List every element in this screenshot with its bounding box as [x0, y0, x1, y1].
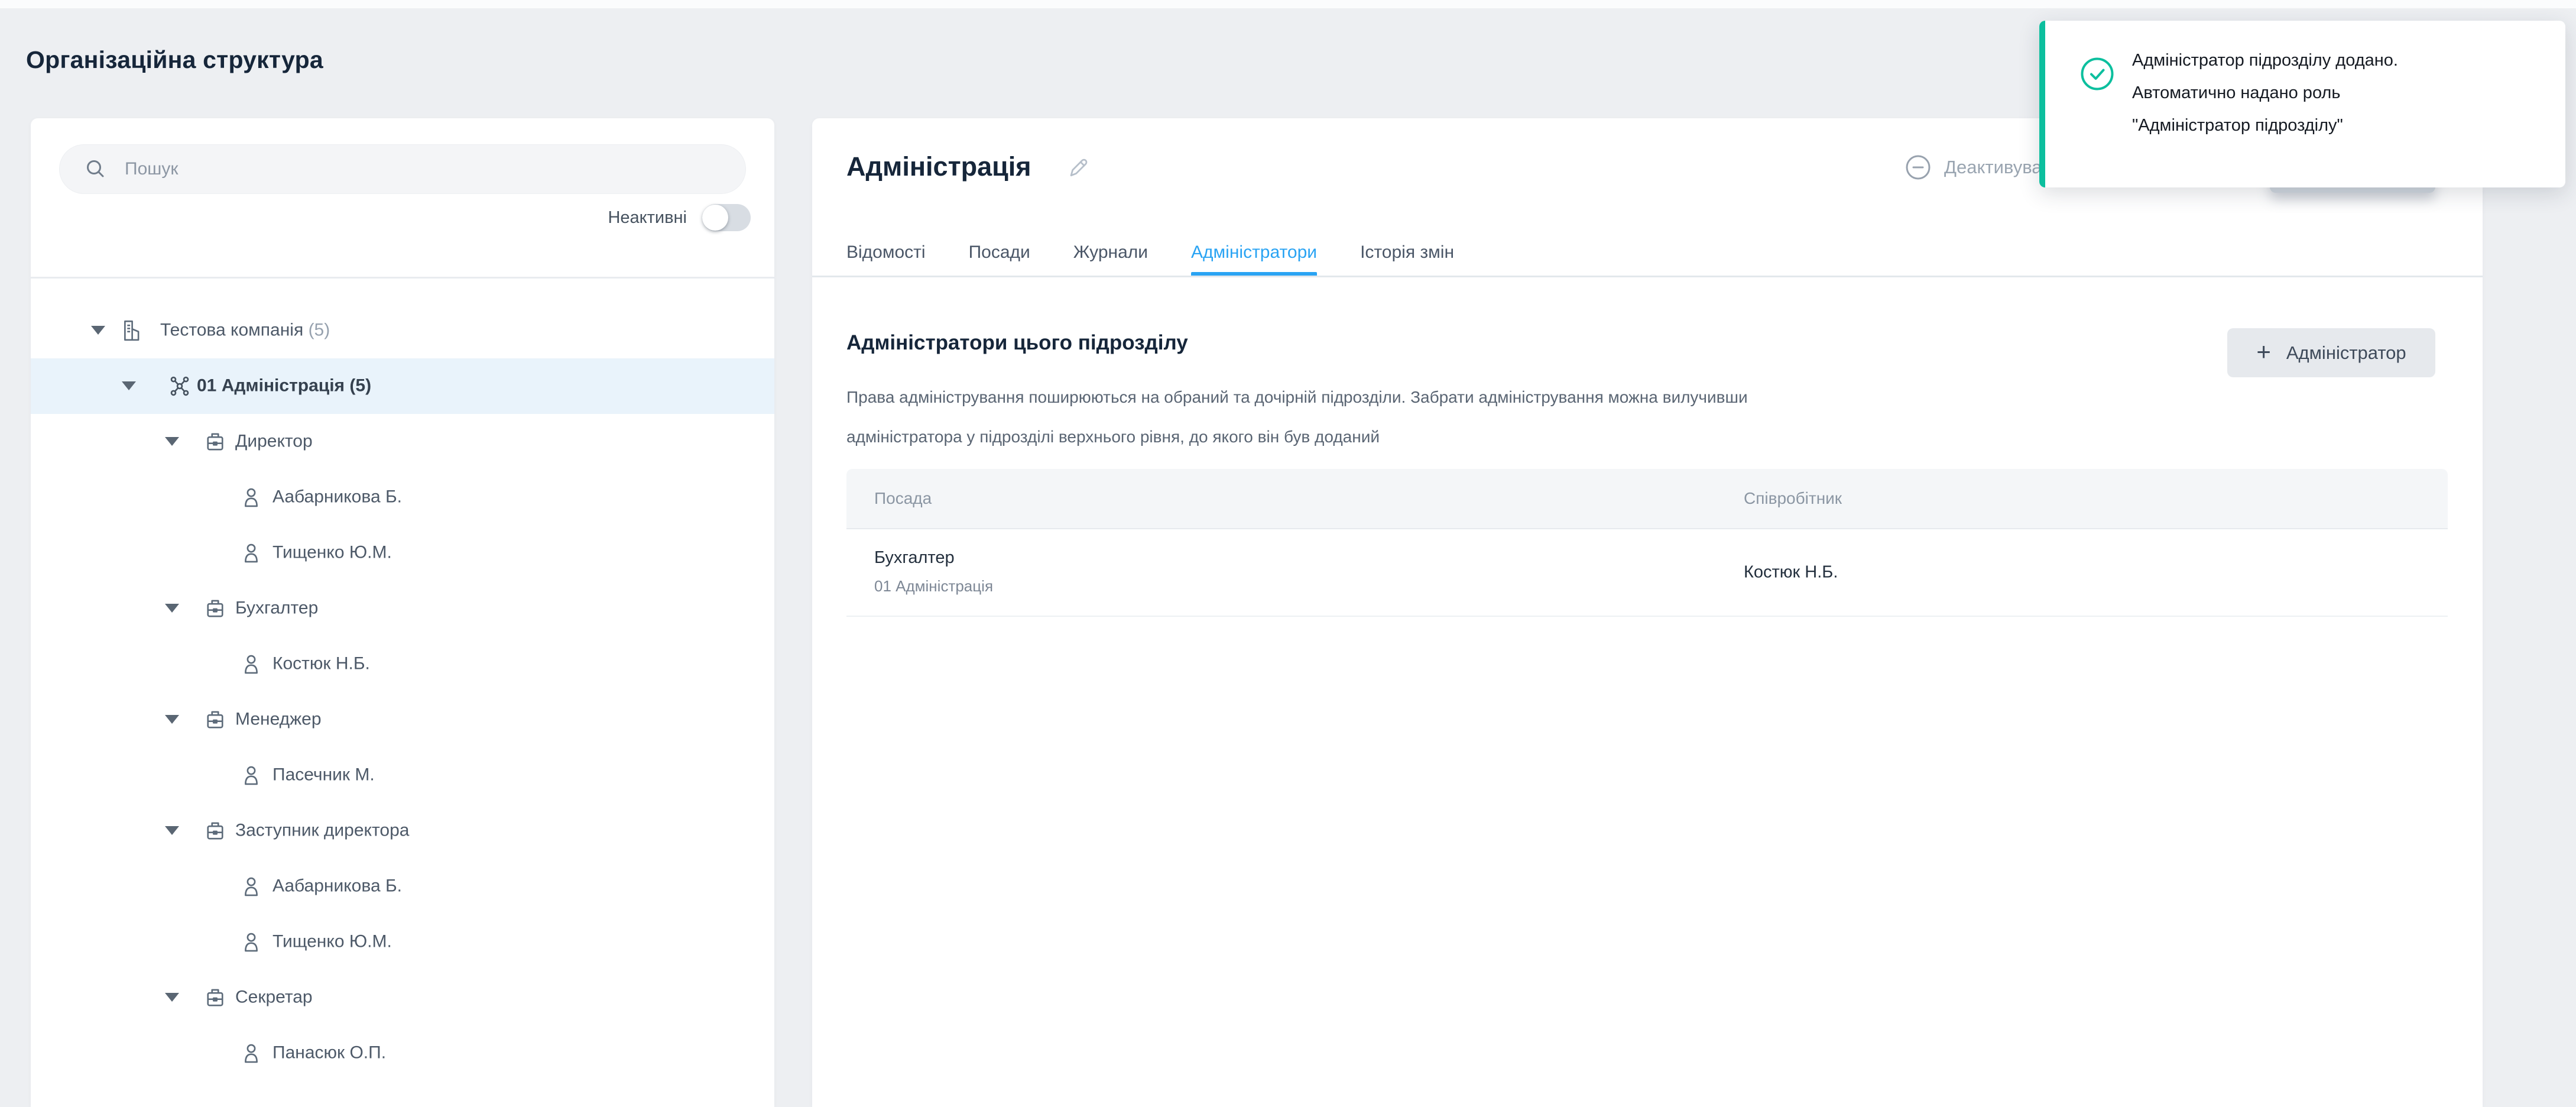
table-row: Бухгалтер 01 Адміністрація Костюк Н.Б.	[846, 529, 2448, 617]
tree-node-person[interactable]: Тищенко Ю.М.	[31, 525, 774, 581]
search-box[interactable]	[59, 144, 746, 194]
tab-istoriya-zmin[interactable]: Історія змін	[1360, 229, 1454, 277]
inactive-toggle-switch[interactable]	[702, 204, 751, 231]
add-administrator-button[interactable]: + Адміністратор	[2227, 328, 2435, 377]
circle-minus-icon	[1905, 154, 1931, 180]
table-header: Посада Співробітник	[846, 469, 2448, 529]
unit-title: Адміністрація	[846, 151, 1031, 182]
position-name: Бухгалтер	[874, 548, 993, 568]
tree-node-position[interactable]: Секретар	[31, 970, 774, 1025]
inactive-toggle-row: Неактивні	[608, 201, 751, 234]
node-label: Аабарникова Б.	[272, 876, 402, 896]
node-count: (5)	[309, 320, 330, 339]
briefcase-icon	[203, 707, 228, 732]
top-strip	[0, 0, 2576, 8]
node-count: (5)	[349, 376, 371, 395]
node-label: Аабарникова Б.	[272, 487, 402, 507]
node-label: Пасечник М.	[272, 765, 375, 785]
tree-node-position[interactable]: Заступник директора	[31, 803, 774, 859]
unit-detail-panel: Адміністрація Деактивувати Відомості Пос…	[812, 118, 2483, 1107]
tab-administratory[interactable]: Адміністратори	[1191, 229, 1317, 277]
page-title: Організаційна структура	[26, 46, 323, 74]
tree-node-person[interactable]: Аабарникова Б.	[31, 859, 774, 914]
node-label: Тищенко Ю.М.	[272, 542, 392, 562]
cell-employee: Костюк Н.Б.	[1744, 563, 1838, 582]
toast-message: Адміністратор підрозділу додано. Автомат…	[2132, 44, 2398, 142]
description-line-1: Права адміністрування поширюються на обр…	[846, 377, 1748, 417]
section-heading: Адміністратори цього підрозділу	[846, 331, 1188, 355]
node-label: Тестова компанія	[160, 320, 303, 339]
chevron-down-icon[interactable]	[122, 381, 136, 390]
node-label: Заступник директора	[235, 820, 409, 840]
chevron-down-icon[interactable]	[165, 715, 179, 724]
person-icon	[239, 652, 264, 676]
tab-posady[interactable]: Посади	[969, 229, 1030, 277]
tree-node-unit-selected[interactable]: 01 Адміністрація (5)	[31, 358, 774, 414]
toggle-knob	[702, 205, 728, 231]
tree-node-person[interactable]: Костюк Н.Б.	[31, 636, 774, 692]
org-unit-icon	[167, 374, 192, 399]
tree-node-person[interactable]: Панасюк О.П.	[31, 1025, 774, 1081]
chevron-down-icon[interactable]	[165, 604, 179, 613]
tree-node-position[interactable]: Директор	[31, 414, 774, 470]
briefcase-icon	[203, 429, 228, 454]
tree-node-person[interactable]: Тищенко Ю.М.	[31, 914, 774, 970]
briefcase-icon	[203, 596, 228, 621]
toast-accent-bar	[2039, 21, 2045, 187]
chevron-down-icon[interactable]	[165, 993, 179, 1002]
position-unit: 01 Адміністрація	[874, 577, 993, 595]
tree-node-position[interactable]: Менеджер	[31, 692, 774, 747]
search-input[interactable]	[125, 151, 745, 187]
node-label: Менеджер	[235, 709, 322, 729]
node-label: Бухгалтер	[235, 598, 318, 618]
person-icon	[239, 1041, 264, 1066]
node-label: Панасюк О.П.	[272, 1043, 386, 1063]
chevron-down-icon[interactable]	[91, 326, 105, 335]
check-circle-icon	[2080, 57, 2114, 91]
cell-position: Бухгалтер 01 Адміністрація	[874, 548, 993, 595]
org-tree: Тестова компанія (5) 01 Адміністрація (5…	[31, 303, 774, 1081]
add-administrator-label: Адміністратор	[2286, 342, 2406, 364]
person-icon	[239, 930, 264, 954]
briefcase-icon	[203, 985, 228, 1010]
node-label: Секретар	[235, 987, 313, 1007]
search-icon	[82, 156, 109, 183]
briefcase-icon	[203, 818, 228, 843]
toast-line-2: Автоматично надано роль	[2132, 77, 2398, 109]
node-label: 01 Адміністрація	[197, 376, 345, 395]
tabs-divider	[812, 276, 2483, 277]
tree-node-position[interactable]: Бухгалтер	[31, 581, 774, 636]
unit-tabs: Відомості Посади Журнали Адміністратори …	[846, 229, 1454, 277]
column-header-position: Посада	[874, 489, 932, 508]
deactivate-button[interactable]: Деактивувати	[1905, 153, 2060, 182]
sidebar-divider	[31, 277, 774, 279]
person-icon	[239, 874, 264, 899]
person-icon	[239, 485, 264, 510]
toast-line-3: "Адміністратор підрозділу"	[2132, 109, 2398, 142]
toast-line-1: Адміністратор підрозділу додано.	[2132, 44, 2398, 77]
org-tree-sidebar: Неактивні Тестова компанія (5)	[31, 118, 774, 1107]
company-icon	[118, 318, 143, 343]
chevron-down-icon[interactable]	[165, 437, 179, 446]
tab-zhurnaly[interactable]: Журнали	[1073, 229, 1148, 277]
column-header-employee: Співробітник	[1744, 489, 1842, 508]
administrators-table: Посада Співробітник Бухгалтер 01 Адмініс…	[846, 469, 2448, 617]
node-label: Директор	[235, 431, 313, 451]
inactive-toggle-label: Неактивні	[608, 208, 687, 228]
person-icon	[239, 763, 264, 788]
success-toast: Адміністратор підрозділу додано. Автомат…	[2039, 21, 2565, 187]
tree-node-company[interactable]: Тестова компанія (5)	[31, 303, 774, 358]
node-label: Тищенко Ю.М.	[272, 931, 392, 951]
node-label: Костюк Н.Б.	[272, 653, 370, 674]
plus-icon: +	[2256, 339, 2271, 364]
edit-pencil-icon[interactable]	[1065, 154, 1091, 180]
chevron-down-icon[interactable]	[165, 826, 179, 835]
person-icon	[239, 540, 264, 565]
tab-vidomosti[interactable]: Відомості	[846, 229, 926, 277]
tree-node-person[interactable]: Пасечник М.	[31, 747, 774, 803]
description-line-2: адміністратора у підрозділі верхнього рі…	[846, 417, 1748, 457]
tree-node-person[interactable]: Аабарникова Б.	[31, 470, 774, 525]
section-description: Права адміністрування поширюються на обр…	[846, 377, 1748, 457]
